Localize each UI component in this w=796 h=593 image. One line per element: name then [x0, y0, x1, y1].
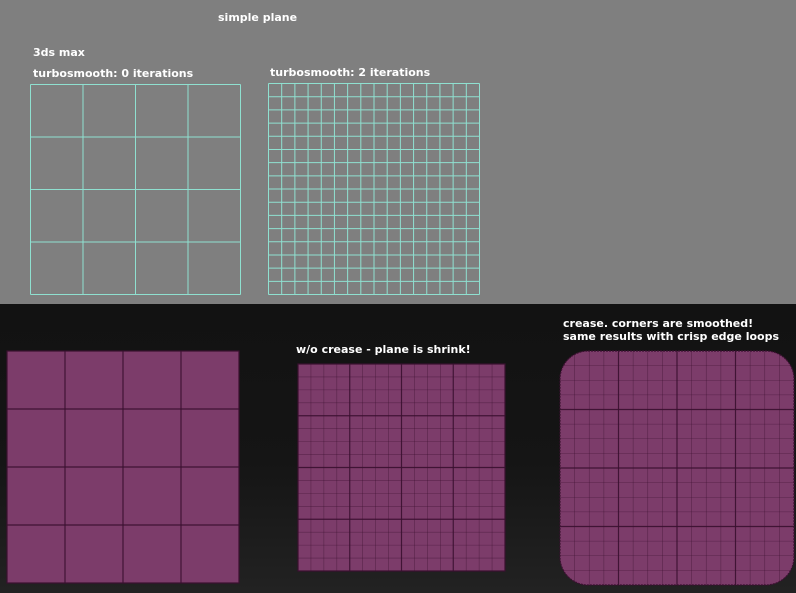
crease-caption-line-2: same results with crisp edge loops	[563, 330, 780, 343]
crease-caption-line-1: crease. corners are smoothed!	[563, 317, 754, 330]
view-caption-2-iterations: turbosmooth: 2 iterations	[270, 66, 431, 79]
wireframe-grid-0-iterations	[30, 84, 241, 295]
shaded-plane-no-crease	[297, 363, 506, 572]
shaded-plane-base	[6, 350, 240, 584]
app-label: 3ds max	[33, 46, 85, 59]
shaded-plane-crease	[559, 350, 795, 586]
page-title: simple plane	[218, 11, 298, 24]
view-caption-0-iterations: turbosmooth: 0 iterations	[33, 67, 194, 80]
wireframe-grid-2-iterations	[268, 83, 480, 295]
no-crease-caption: w/o crease - plane is shrink!	[296, 343, 471, 356]
